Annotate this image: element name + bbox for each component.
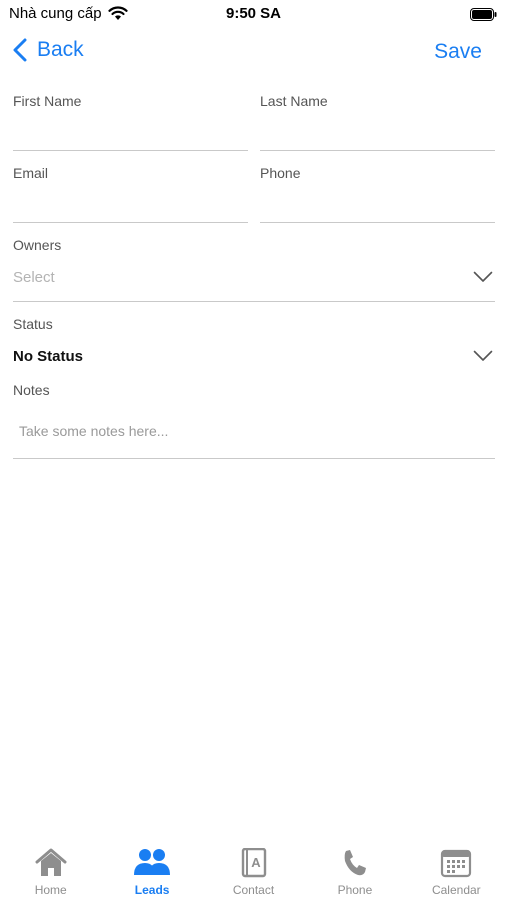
last-name-underline	[260, 150, 495, 151]
contact-book-icon: A	[241, 848, 266, 878]
first-name-field[interactable]	[13, 120, 247, 146]
tab-home[interactable]: Home	[0, 836, 101, 900]
status-select-value: No Status	[13, 348, 84, 365]
email-label: Email	[13, 165, 49, 181]
svg-text:A: A	[251, 855, 261, 870]
save-button[interactable]: Save	[434, 40, 482, 64]
notes-field[interactable]	[19, 420, 489, 442]
home-icon	[35, 848, 67, 876]
tab-calendar[interactable]: Calendar	[406, 836, 507, 900]
tab-bar: Home Leads A Contact Phone Calendar	[0, 836, 507, 900]
tab-phone[interactable]: Phone	[304, 836, 405, 900]
tab-contact[interactable]: A Contact	[203, 836, 304, 900]
tab-phone-label: Phone	[337, 883, 373, 897]
first-name-label: First Name	[13, 93, 82, 109]
last-name-field[interactable]	[260, 120, 494, 146]
status-bar: Nhà cung cấp 9:50 SA	[0, 0, 507, 28]
tab-calendar-label: Calendar	[431, 883, 481, 897]
tab-contact-label: Contact	[232, 883, 275, 897]
back-button-label: Back	[37, 38, 84, 61]
last-name-label: Last Name	[260, 93, 328, 109]
status-time: 9:50 SA	[225, 5, 282, 22]
owners-select-placeholder: Select	[13, 269, 55, 286]
battery-icon	[470, 8, 497, 21]
first-name-underline	[13, 150, 248, 151]
people-icon	[134, 849, 171, 875]
owners-label: Owners	[13, 237, 62, 253]
tab-leads-label: Leads	[134, 883, 170, 897]
phone-label: Phone	[260, 165, 301, 181]
phone-icon	[344, 850, 366, 876]
owners-underline	[13, 301, 495, 302]
owners-select[interactable]: Select	[13, 261, 495, 295]
phone-underline	[260, 222, 495, 223]
notes-label: Notes	[13, 382, 50, 398]
email-underline	[13, 222, 248, 223]
status-select[interactable]: No Status	[13, 340, 495, 374]
email-field[interactable]	[13, 192, 247, 218]
phone-field[interactable]	[260, 192, 494, 218]
tab-home-label: Home	[34, 883, 67, 897]
chevron-down-icon	[473, 271, 493, 282]
calendar-icon	[441, 849, 472, 878]
chevron-down-icon	[473, 350, 493, 361]
status-label: Status	[13, 316, 53, 332]
back-button[interactable]: Back	[13, 38, 84, 62]
navigation-bar: Back Save	[0, 34, 507, 74]
tab-leads[interactable]: Leads	[101, 836, 202, 900]
chevron-left-icon	[13, 38, 27, 62]
notes-underline	[13, 458, 495, 459]
